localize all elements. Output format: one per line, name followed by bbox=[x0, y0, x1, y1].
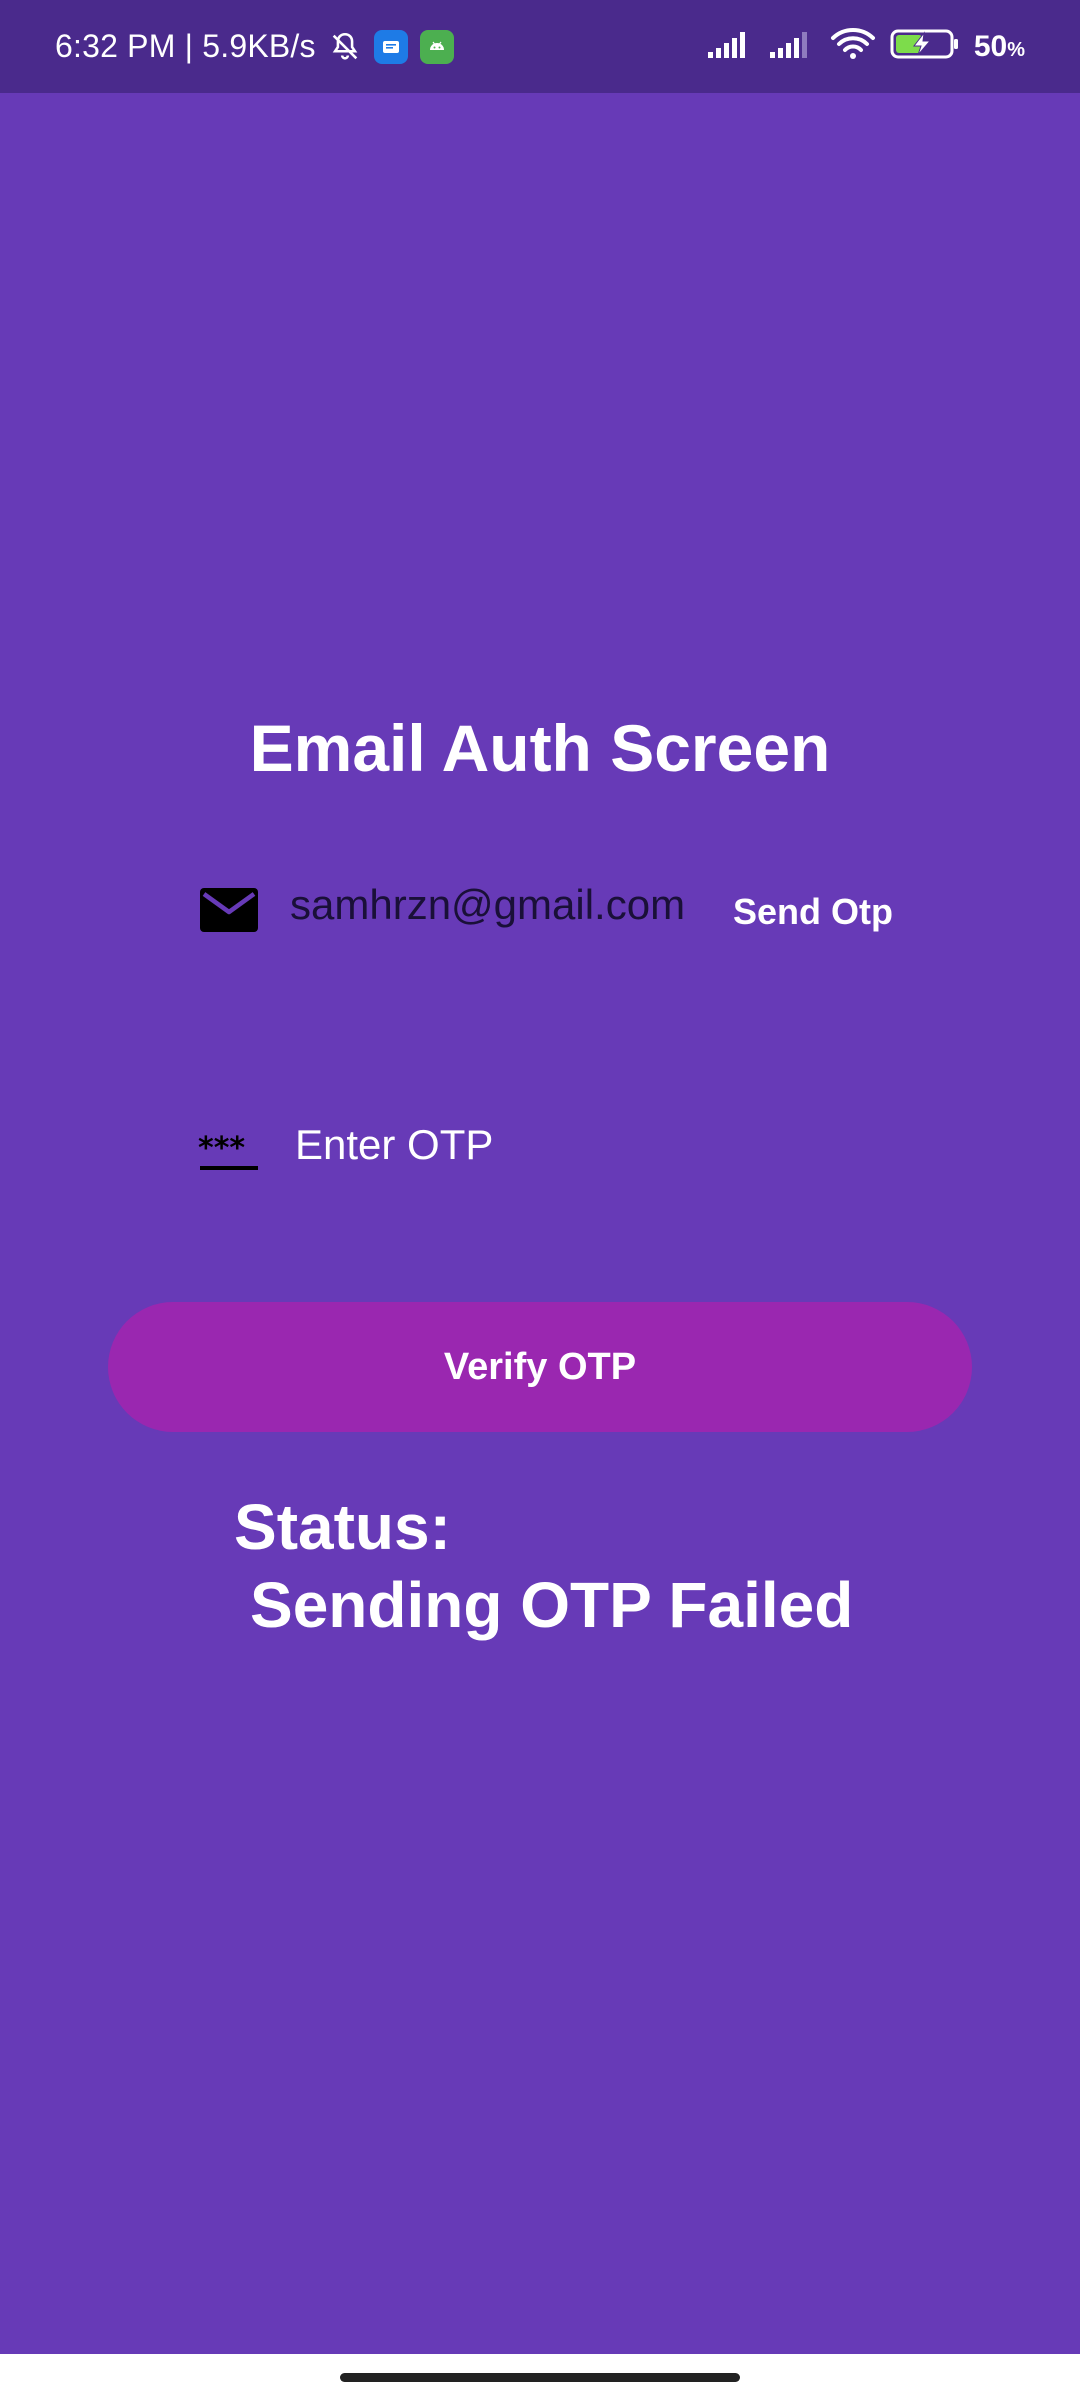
send-otp-button[interactable]: Send Otp bbox=[718, 880, 908, 944]
messages-app-icon bbox=[373, 29, 408, 64]
status-left: 6:32 PM | 5.9KB/s bbox=[55, 0, 454, 93]
wifi-icon bbox=[830, 27, 876, 66]
status-label: Status: bbox=[234, 1491, 451, 1563]
home-indicator[interactable] bbox=[340, 2373, 740, 2382]
svg-text:***: *** bbox=[198, 1131, 245, 1166]
status-right: 50% bbox=[706, 0, 1025, 93]
signal-icon-2 bbox=[768, 28, 816, 65]
signal-icon bbox=[706, 28, 754, 65]
otp-input[interactable] bbox=[295, 1110, 895, 1180]
android-app-icon bbox=[419, 29, 454, 64]
page-title: Email Auth Screen bbox=[249, 711, 831, 785]
battery-charging-icon bbox=[890, 27, 960, 66]
otp-row: *** bbox=[198, 1110, 918, 1190]
status-block: Status: Sending OTP Failed bbox=[234, 1488, 1034, 1644]
notifications-off-icon bbox=[328, 30, 362, 64]
battery-percent: 50% bbox=[973, 29, 1025, 63]
verify-otp-button[interactable]: Verify OTP bbox=[108, 1302, 972, 1432]
email-icon bbox=[198, 886, 260, 934]
status-value: Sending OTP Failed bbox=[250, 1569, 854, 1641]
status-bar: 6:32 PM | 5.9KB/s 50% bbox=[0, 0, 1080, 93]
password-icon: *** bbox=[198, 1128, 260, 1174]
status-time: 6:32 PM | 5.9KB/s bbox=[55, 28, 316, 64]
